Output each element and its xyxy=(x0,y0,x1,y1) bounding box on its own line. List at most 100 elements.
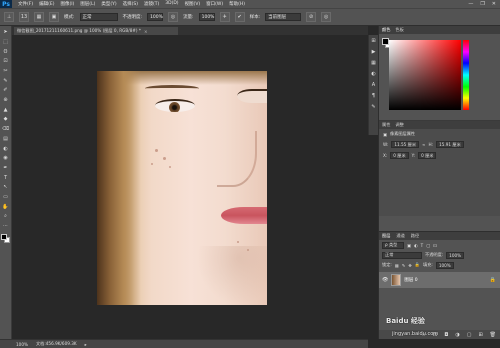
paragraph-icon[interactable]: ¶ xyxy=(372,94,375,99)
close-icon[interactable]: ✕ xyxy=(492,1,496,7)
canvas-area[interactable] xyxy=(12,35,368,339)
crop-tool-icon[interactable]: ✂ xyxy=(2,68,10,76)
zoom-level[interactable]: 100% xyxy=(16,342,28,347)
lock-all-icon[interactable]: 🔒 xyxy=(415,262,420,268)
ignore-adjustment-icon[interactable]: ⊘ xyxy=(306,12,317,22)
x-field[interactable]: 0 厘米 xyxy=(390,152,409,159)
layer-filter-select[interactable]: ρ 类型 xyxy=(382,241,404,249)
tab-color[interactable]: 颜色 xyxy=(382,27,390,33)
airbrush-icon[interactable]: ✈ xyxy=(219,12,230,22)
filter-adjust-icon[interactable]: ◐ xyxy=(414,243,418,248)
tab-channels[interactable]: 通道 xyxy=(396,233,404,239)
menu-window[interactable]: 窗口(W) xyxy=(206,1,223,7)
layer-opacity-field[interactable]: 100% xyxy=(446,251,465,259)
quick-select-tool-icon[interactable]: ⊡ xyxy=(2,58,10,66)
eyedropper-tool-icon[interactable]: ✎ xyxy=(2,77,10,85)
link-icon[interactable]: ∞ xyxy=(422,142,426,147)
menu-select[interactable]: 选择(S) xyxy=(123,1,138,7)
layer-row[interactable]: 👁 图层 0 🔒 xyxy=(379,272,500,288)
type-tool-icon[interactable]: T xyxy=(2,174,10,182)
hand-tool-icon[interactable]: ✋ xyxy=(2,203,10,211)
mode-select[interactable]: 正常 xyxy=(79,13,118,21)
swatches-icon[interactable]: ▦ xyxy=(371,61,376,66)
history-brush-tool-icon[interactable]: ◆ xyxy=(2,116,10,124)
menu-filter[interactable]: 滤镜(T) xyxy=(144,1,159,7)
color-swatches[interactable] xyxy=(1,234,10,244)
color-picker-field[interactable] xyxy=(389,40,461,110)
menu-view[interactable]: 视图(V) xyxy=(185,1,201,7)
lock-position-icon[interactable]: ✥ xyxy=(408,263,412,268)
height-field[interactable]: 15.91 厘米 xyxy=(436,141,464,148)
healing-brush-tool-icon[interactable]: ✐ xyxy=(2,87,10,95)
foreground-color-swatch[interactable] xyxy=(1,234,7,241)
new-group-icon[interactable]: ▢ xyxy=(467,332,472,338)
actions-icon[interactable]: ▶ xyxy=(372,50,376,55)
tab-close-icon[interactable]: × xyxy=(144,29,148,34)
fill-field[interactable]: 100% xyxy=(435,261,454,269)
pressure-opacity-icon[interactable]: ◎ xyxy=(168,12,179,22)
filter-shape-icon[interactable]: ▢ xyxy=(426,243,430,248)
adjustments-icon[interactable]: ◐ xyxy=(371,72,375,77)
flow-field[interactable]: 100% xyxy=(198,13,215,21)
status-arrow-icon[interactable]: ▸ xyxy=(85,342,87,347)
adjustment-layer-icon[interactable]: ◑ xyxy=(455,332,459,338)
document-tab[interactable]: 微信截图_20171211160611.png @ 100% (图层 0, RG… xyxy=(14,27,178,35)
eraser-tool-icon[interactable]: ⌫ xyxy=(2,126,10,134)
restore-icon[interactable]: ❐ xyxy=(480,1,484,7)
lock-pixels-icon[interactable]: ▦ xyxy=(395,263,399,268)
brush-size-picker[interactable]: 13 xyxy=(19,12,29,22)
edit-toolbar-icon[interactable]: ⋯ xyxy=(2,223,10,231)
sample-select[interactable]: 当前图层 xyxy=(265,13,302,21)
tab-paths[interactable]: 路径 xyxy=(411,233,419,239)
panel-foreground-swatch[interactable] xyxy=(382,38,389,45)
move-tool-icon[interactable]: ➤ xyxy=(2,29,10,37)
tab-swatches[interactable]: 色板 xyxy=(395,27,403,33)
lasso-tool-icon[interactable]: ʘ xyxy=(2,48,10,56)
layer-thumbnail[interactable] xyxy=(391,274,402,286)
filter-type-icon[interactable]: T xyxy=(421,243,424,248)
blend-mode-select[interactable]: 正常 xyxy=(382,251,422,259)
zoom-tool-icon[interactable]: ⌕ xyxy=(2,213,10,221)
pen-tool-icon[interactable]: ✒ xyxy=(2,165,10,173)
blur-tool-icon[interactable]: ◐ xyxy=(2,145,10,153)
gradient-tool-icon[interactable]: ▤ xyxy=(2,136,10,144)
minimize-icon[interactable]: — xyxy=(468,1,473,7)
menu-3d[interactable]: 3D(D) xyxy=(165,1,178,7)
tab-properties[interactable]: 属性 xyxy=(382,122,390,128)
aligned-checkbox[interactable]: ✔ xyxy=(234,12,245,22)
clone-stamp-tool-icon[interactable]: ▲ xyxy=(2,107,10,115)
history-icon[interactable]: ⊞ xyxy=(371,39,375,44)
path-select-tool-icon[interactable]: ↖ xyxy=(2,184,10,192)
y-field[interactable]: 0 厘米 xyxy=(418,152,437,159)
brush-tool-icon[interactable]: ⊕ xyxy=(2,97,10,105)
pressure-size-icon[interactable]: ◎ xyxy=(321,12,332,22)
hue-slider[interactable] xyxy=(463,40,469,110)
marquee-tool-icon[interactable]: ⬚ xyxy=(2,39,10,47)
opacity-field[interactable]: 100% xyxy=(147,13,164,21)
menu-layer[interactable]: 图层(L) xyxy=(80,1,95,7)
portrait-photo[interactable] xyxy=(97,71,267,305)
delete-layer-icon[interactable]: 🗑 xyxy=(490,332,496,338)
clone-stamp-preset-icon[interactable]: ⊥ xyxy=(4,12,14,22)
new-layer-icon[interactable]: ⊞ xyxy=(478,332,482,338)
brush-presets-icon[interactable]: ✎ xyxy=(371,105,375,110)
filter-pixel-icon[interactable]: ▣ xyxy=(407,243,411,248)
visibility-eye-icon[interactable]: 👁 xyxy=(382,277,388,283)
lock-paint-icon[interactable]: ✎ xyxy=(402,263,406,268)
layer-name[interactable]: 图层 0 xyxy=(404,277,417,283)
width-field[interactable]: 11.55 厘米 xyxy=(391,141,420,148)
menu-type[interactable]: 类型(Y) xyxy=(101,1,116,7)
menu-file[interactable]: 文件(F) xyxy=(18,1,33,7)
brush-panel-icon[interactable]: ▦ xyxy=(34,12,44,22)
filter-smart-icon[interactable]: ⊡ xyxy=(433,243,437,248)
menu-edit[interactable]: 编辑(E) xyxy=(39,1,54,7)
clone-source-icon[interactable]: ▣ xyxy=(49,12,59,22)
tab-adjustments[interactable]: 调整 xyxy=(395,122,403,128)
layer-mask-icon[interactable]: ◘ xyxy=(444,332,448,338)
shape-tool-icon[interactable]: ▭ xyxy=(2,194,10,202)
tab-layers[interactable]: 图层 xyxy=(382,233,390,239)
menu-help[interactable]: 帮助(H) xyxy=(229,1,245,7)
character-icon[interactable]: A xyxy=(372,83,375,88)
dodge-tool-icon[interactable]: ◉ xyxy=(2,155,10,163)
menu-image[interactable]: 图像(I) xyxy=(60,1,74,7)
